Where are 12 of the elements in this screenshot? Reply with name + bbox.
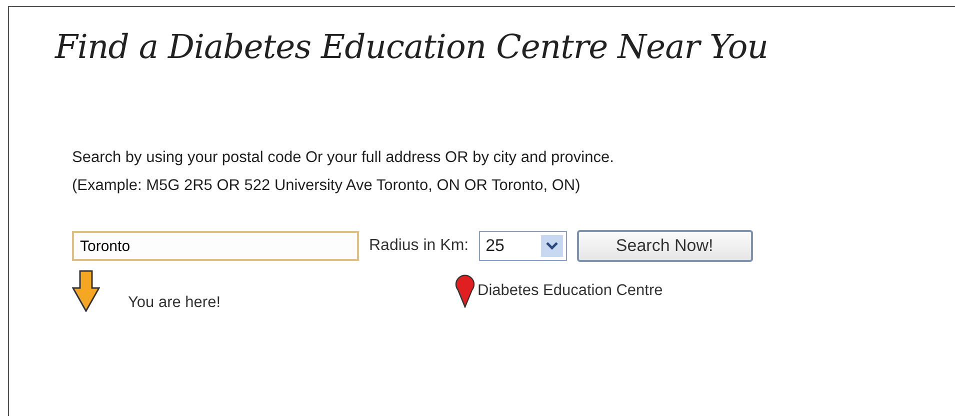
instruction-text: (Example: M5G 2R5 OR 522 University Ave Toronto, ON OR Toronto, ON)	[71, 176, 582, 196]
location-input[interactable]: Toronto	[72, 231, 359, 261]
radius-dropdown[interactable]: 25	[478, 231, 567, 261]
map-pin-icon	[454, 274, 476, 308]
instruction-text: Search by using your postal code Or your full address OR by city and province.	[71, 148, 615, 168]
legend-label: Diabetes Education Centre	[478, 282, 663, 300]
legend-label: You are here!	[128, 294, 221, 312]
caret-icon	[540, 235, 563, 257]
down-arrow-icon	[72, 270, 100, 312]
search-button[interactable]: Search Now!	[576, 230, 753, 262]
page-title: Find a Diabetes Education Centre Near You	[54, 26, 770, 66]
radius-label: Radius in Km:	[369, 237, 469, 255]
